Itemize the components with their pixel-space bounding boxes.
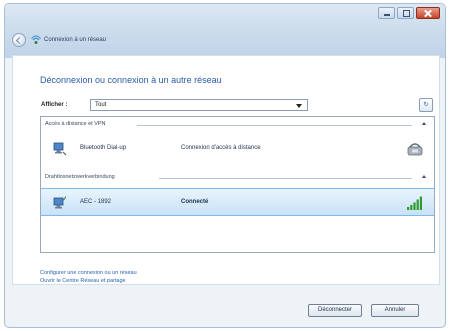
group-header-vpn[interactable]: Accès à distance et VPN (41, 120, 434, 130)
chevron-up-icon[interactable] (422, 122, 426, 125)
cancel-button[interactable]: Annuler (371, 304, 419, 317)
computer-network-icon (53, 142, 67, 156)
group-header-wireless[interactable]: Drahtlosnetzwerkverbindung (41, 173, 434, 183)
disconnect-button[interactable]: Déconnecter (308, 304, 362, 317)
list-item[interactable]: AEC - 1892 Connecté (41, 188, 434, 216)
chevron-down-icon (296, 104, 302, 108)
group-label: Accès à distance et VPN (45, 121, 106, 127)
show-select-value: Tout (95, 102, 107, 108)
network-list: Accès à distance et VPN Bluetooth Dial-u… (40, 116, 435, 253)
chevron-up-icon[interactable] (422, 175, 426, 178)
group-label: Drahtlosnetzwerkverbindung (45, 174, 115, 180)
connection-status: Connexion d'accès à distance (181, 145, 261, 151)
connection-name: AEC - 1892 (80, 199, 112, 205)
phone-modem-icon (407, 143, 423, 156)
page-heading: Déconnexion ou connexion à un autre rése… (40, 75, 222, 85)
group-divider (137, 125, 412, 126)
content-area: Déconnexion ou connexion à un autre rése… (12, 55, 440, 285)
refresh-button[interactable]: ↻ (419, 98, 433, 112)
window-controls (376, 7, 440, 19)
dialog-window: Connexion à un réseau Déconnexion ou con… (4, 3, 446, 328)
list-item[interactable]: Bluetooth Dial-up Connexion d'accès à di… (41, 135, 434, 163)
maximize-button[interactable] (397, 7, 414, 19)
configure-connection-link[interactable]: Configurer une connexion ou un réseau (40, 270, 137, 276)
network-icon (31, 35, 41, 44)
network-center-link[interactable]: Ouvrir le Centre Réseau et partage (40, 278, 126, 284)
window-title: Connexion à un réseau (44, 37, 107, 43)
signal-strength-icon (407, 196, 422, 210)
connection-status: Connecté (181, 199, 209, 205)
show-select[interactable]: Tout (90, 99, 308, 111)
show-label: Afficher : (41, 102, 68, 108)
refresh-icon: ↻ (423, 102, 429, 108)
back-arrow-icon[interactable] (12, 33, 26, 47)
wireless-network-icon (53, 196, 66, 209)
group-divider (159, 178, 412, 179)
close-button[interactable] (416, 7, 440, 19)
minimize-button[interactable] (378, 7, 395, 19)
connection-name: Bluetooth Dial-up (80, 145, 127, 151)
